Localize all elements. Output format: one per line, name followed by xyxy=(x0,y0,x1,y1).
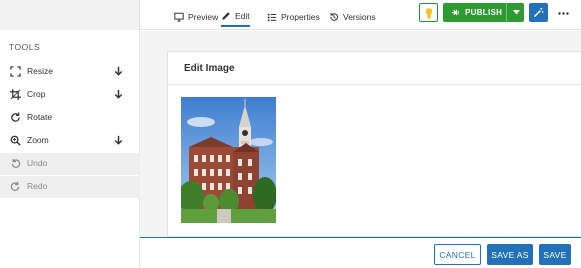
edit-image-panel: Edit Image xyxy=(167,51,581,237)
tab-preview[interactable]: Preview xyxy=(174,7,218,27)
publish-label: PUBLISH xyxy=(465,8,503,17)
redo-icon xyxy=(10,181,20,191)
arrow-down-icon[interactable] xyxy=(113,89,124,100)
rotate-icon xyxy=(11,112,20,122)
tab-label: Properties xyxy=(281,12,320,22)
crop-icon xyxy=(10,89,21,100)
more-options-button[interactable] xyxy=(555,6,571,20)
cancel-button[interactable]: CANCEL xyxy=(434,244,481,265)
magic-wand-icon xyxy=(533,7,544,18)
tab-properties[interactable]: Properties xyxy=(267,7,320,27)
more-dots-icon xyxy=(557,11,569,15)
editable-image[interactable] xyxy=(181,97,276,223)
tool-zoom[interactable]: Zoom xyxy=(0,130,140,152)
editor-header: Preview Edit Properties Versions PUBLISH xyxy=(140,0,581,30)
history-icon xyxy=(330,12,338,21)
tool-redo[interactable]: Redo xyxy=(0,176,140,198)
tool-label: Redo xyxy=(27,181,48,191)
editor-canvas-area: Edit Image xyxy=(140,31,581,237)
tool-label: Crop xyxy=(27,89,46,99)
save-as-button[interactable]: SAVE AS xyxy=(487,244,533,265)
editor-footer: CANCEL SAVE AS SAVE xyxy=(140,237,581,268)
annotate-button[interactable] xyxy=(419,3,438,22)
publish-button[interactable]: PUBLISH xyxy=(443,3,524,22)
panel-title: Edit Image xyxy=(184,63,235,74)
tool-resize[interactable]: Resize xyxy=(0,61,140,83)
panel-divider xyxy=(168,84,581,85)
tool-label: Undo xyxy=(27,158,48,168)
save-button[interactable]: SAVE xyxy=(539,244,571,265)
list-icon xyxy=(267,13,277,22)
tool-label: Zoom xyxy=(27,135,49,145)
tool-label: Resize xyxy=(27,66,53,76)
caret-down-icon[interactable] xyxy=(513,10,520,15)
sidebar-header-bar xyxy=(0,0,139,30)
publish-divider xyxy=(506,3,507,22)
zoom-icon xyxy=(10,135,21,146)
building-photo xyxy=(181,97,276,223)
tab-label: Preview xyxy=(188,12,219,22)
monitor-icon xyxy=(174,12,184,22)
tab-edit[interactable]: Edit xyxy=(221,7,250,27)
tool-label: Rotate xyxy=(27,112,53,122)
undo-icon xyxy=(11,158,21,168)
tools-title: TOOLS xyxy=(9,42,41,52)
tab-versions[interactable]: Versions xyxy=(329,7,376,27)
resize-icon xyxy=(10,66,21,77)
publish-icon xyxy=(451,9,459,16)
pencil-icon xyxy=(222,12,230,20)
tab-label: Edit xyxy=(235,11,250,21)
magic-wand-button[interactable] xyxy=(529,3,548,22)
tool-undo[interactable]: Undo xyxy=(0,153,140,175)
tool-rotate[interactable]: Rotate xyxy=(0,107,140,129)
tab-label: Versions xyxy=(343,12,376,22)
tools-sidebar: TOOLS Resize Crop Rotate Zoom Undo Redo xyxy=(0,0,140,268)
arrow-down-icon[interactable] xyxy=(113,66,124,77)
tool-crop[interactable]: Crop xyxy=(0,84,140,106)
arrow-down-icon[interactable] xyxy=(113,135,124,146)
lightbulb-icon xyxy=(425,7,432,18)
